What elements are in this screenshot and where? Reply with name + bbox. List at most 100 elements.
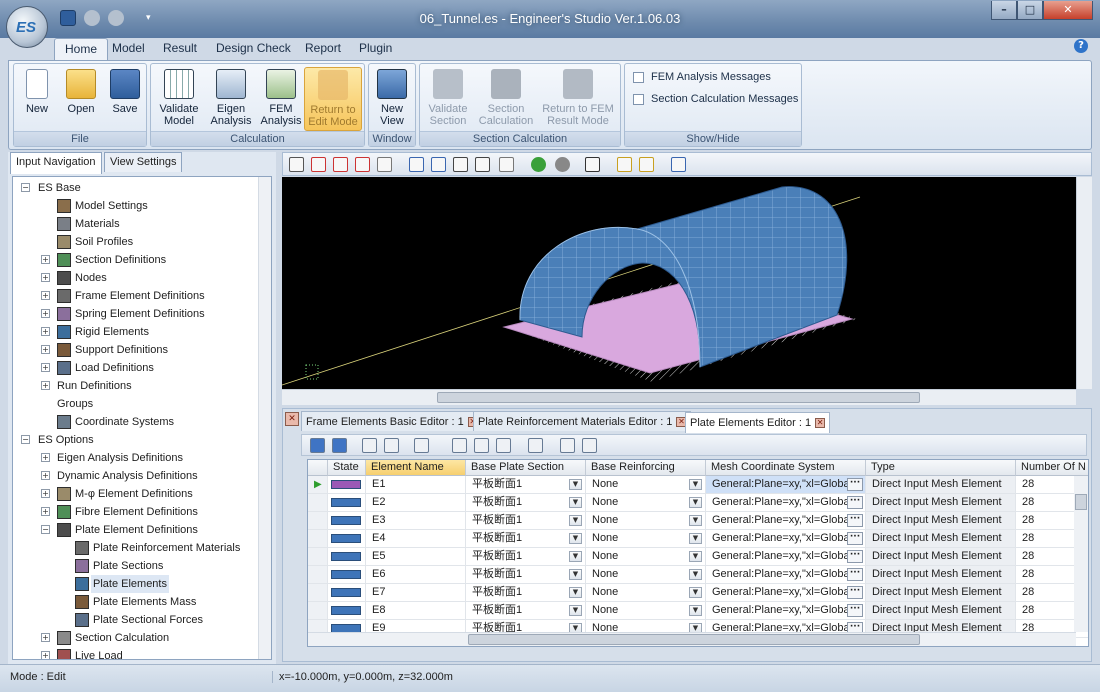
view-front-icon[interactable] <box>333 157 348 172</box>
state-cell[interactable] <box>328 602 366 620</box>
select-box-icon[interactable] <box>617 157 632 172</box>
grid-hscroll-thumb[interactable] <box>468 634 920 645</box>
move-up-icon[interactable] <box>362 438 377 453</box>
row-selector[interactable] <box>308 530 328 548</box>
expand-icon[interactable]: + <box>41 273 50 282</box>
ellipsis-icon[interactable]: ··· <box>847 604 863 617</box>
tree-node[interactable]: + Dynamic Analysis Definitions <box>13 467 259 485</box>
mesh-coordinate-cell[interactable]: General:Plane=xy,"xl=Globa ··· <box>706 548 866 566</box>
tree-node[interactable]: + Load Definitions <box>13 359 259 377</box>
column-header[interactable]: Base Plate Section <box>466 460 586 476</box>
base-plate-section-cell[interactable]: 平板断面1 ▼ <box>466 530 586 548</box>
expand-icon[interactable]: + <box>41 255 50 264</box>
base-reinforcing-cell[interactable]: None ▼ <box>586 584 706 602</box>
column-header[interactable]: Number Of N <box>1016 460 1088 476</box>
insert-row-icon[interactable] <box>332 438 347 453</box>
dropdown-arrow-icon[interactable]: ▼ <box>689 479 702 490</box>
collapse-icon[interactable]: − <box>21 183 30 192</box>
state-cell[interactable] <box>328 530 366 548</box>
expand-icon[interactable]: + <box>41 507 50 516</box>
properties-icon[interactable] <box>582 438 597 453</box>
minimize-button[interactable]: – <box>991 1 1017 20</box>
mesh-coordinate-cell[interactable]: General:Plane=xy,"xl=Globa ··· <box>706 584 866 602</box>
maximize-button[interactable]: □ <box>1017 1 1043 20</box>
expand-icon[interactable]: + <box>41 363 50 372</box>
tree-node[interactable]: − ES Options <box>13 431 259 449</box>
base-reinforcing-cell[interactable]: None ▼ <box>586 512 706 530</box>
tree-node[interactable]: − Plate Element Definitions <box>13 521 259 539</box>
base-reinforcing-cell[interactable]: None ▼ <box>586 476 706 494</box>
zoom-in-icon[interactable] <box>409 157 424 172</box>
ellipsis-icon[interactable]: ··· <box>847 496 863 509</box>
move-down-icon[interactable] <box>384 438 399 453</box>
grid-vscroll-thumb[interactable] <box>1075 494 1087 510</box>
element-name-cell[interactable]: E2 <box>366 494 466 512</box>
tab-design-check[interactable]: Design Check <box>206 38 301 60</box>
base-plate-section-cell[interactable]: 平板断面1 ▼ <box>466 494 586 512</box>
state-cell[interactable] <box>328 566 366 584</box>
row-selector[interactable] <box>308 512 328 530</box>
mesh-coordinate-cell[interactable]: General:Plane=xy,"xl=Globa ··· <box>706 566 866 584</box>
return-to-edit-mode-button[interactable]: Return to Edit Mode <box>304 67 362 131</box>
tab-frame-elements-editor[interactable]: Frame Elements Basic Editor : 1✕ <box>301 411 483 431</box>
3d-viewport[interactable] <box>282 177 1076 389</box>
paste-special-icon[interactable] <box>496 438 511 453</box>
expand-icon[interactable]: + <box>41 471 50 480</box>
zoom-out-icon[interactable] <box>431 157 446 172</box>
tree-node[interactable]: − ES Base <box>13 179 259 197</box>
mesh-coordinate-cell[interactable]: General:Plane=xy,"xl=Globa ··· <box>706 494 866 512</box>
element-name-cell[interactable]: E7 <box>366 584 466 602</box>
tree-node[interactable]: Plate Reinforcement Materials <box>13 539 259 557</box>
mesh-coordinate-cell[interactable]: General:Plane=xy,"xl=Globa ··· <box>706 530 866 548</box>
fit-icon[interactable] <box>499 157 514 172</box>
state-cell[interactable] <box>328 494 366 512</box>
tab-input-navigation[interactable]: Input Navigation <box>10 152 102 174</box>
eigen-analysis-button[interactable]: Eigen Analysis <box>206 67 256 127</box>
app-menu-button[interactable]: ES <box>6 6 48 48</box>
new-button[interactable]: New <box>18 67 56 115</box>
base-plate-section-cell[interactable]: 平板断面1 ▼ <box>466 548 586 566</box>
base-plate-section-cell[interactable]: 平板断面1 ▼ <box>466 476 586 494</box>
expand-icon[interactable]: + <box>41 327 50 336</box>
validate-model-button[interactable]: Validate Model <box>154 67 204 127</box>
tab-plate-elements-editor[interactable]: Plate Elements Editor : 1 ✕ <box>685 412 831 433</box>
expand-icon[interactable]: + <box>41 651 50 659</box>
base-plate-section-cell[interactable]: 平板断面1 ▼ <box>466 584 586 602</box>
mesh-coordinate-cell[interactable]: General:Plane=xy,"xl=Globa ··· <box>706 512 866 530</box>
tree-node[interactable]: + Nodes <box>13 269 259 287</box>
base-plate-section-cell[interactable]: 平板断面1 ▼ <box>466 512 586 530</box>
view-side-icon[interactable] <box>355 157 370 172</box>
row-selector[interactable] <box>308 566 328 584</box>
find-icon[interactable] <box>671 157 686 172</box>
viewport-vscroll[interactable] <box>1076 177 1092 389</box>
mesh-coordinate-cell[interactable]: General:Plane=xy,"xl=Globa ··· <box>706 476 866 494</box>
dropdown-arrow-icon[interactable]: ▼ <box>689 587 702 598</box>
tree-node[interactable]: Plate Elements Mass <box>13 593 259 611</box>
tree-node[interactable]: Groups <box>13 395 259 413</box>
column-header[interactable]: State <box>328 460 366 476</box>
move-icon[interactable] <box>639 157 654 172</box>
tab-report[interactable]: Report <box>295 38 351 60</box>
state-cell[interactable] <box>328 584 366 602</box>
view-iso-icon[interactable] <box>311 157 326 172</box>
dropdown-arrow-icon[interactable]: ▼ <box>689 551 702 562</box>
tree-node[interactable]: + Rigid Elements <box>13 323 259 341</box>
expand-icon[interactable]: + <box>41 453 50 462</box>
paste-icon[interactable] <box>474 438 489 453</box>
viewport-hscroll[interactable] <box>282 389 1076 405</box>
tree-node[interactable]: + Spring Element Definitions <box>13 305 259 323</box>
column-header[interactable]: Type <box>866 460 1016 476</box>
base-reinforcing-cell[interactable]: None ▼ <box>586 566 706 584</box>
element-name-cell[interactable]: E3 <box>366 512 466 530</box>
tree-node[interactable]: Coordinate Systems <box>13 413 259 431</box>
ellipsis-icon[interactable]: ··· <box>847 532 863 545</box>
column-header[interactable]: Base Reinforcing <box>586 460 706 476</box>
help-icon[interactable]: ? <box>1074 39 1088 53</box>
save-button[interactable]: Save <box>106 67 144 115</box>
tree-node[interactable]: Plate Sections <box>13 557 259 575</box>
close-all-icon[interactable]: ✕ <box>285 412 299 426</box>
expand-icon[interactable]: + <box>41 345 50 354</box>
tree-node[interactable]: Plate Elements <box>13 575 259 593</box>
dropdown-arrow-icon[interactable]: ▼ <box>569 551 582 562</box>
tree-node[interactable]: + Support Definitions <box>13 341 259 359</box>
